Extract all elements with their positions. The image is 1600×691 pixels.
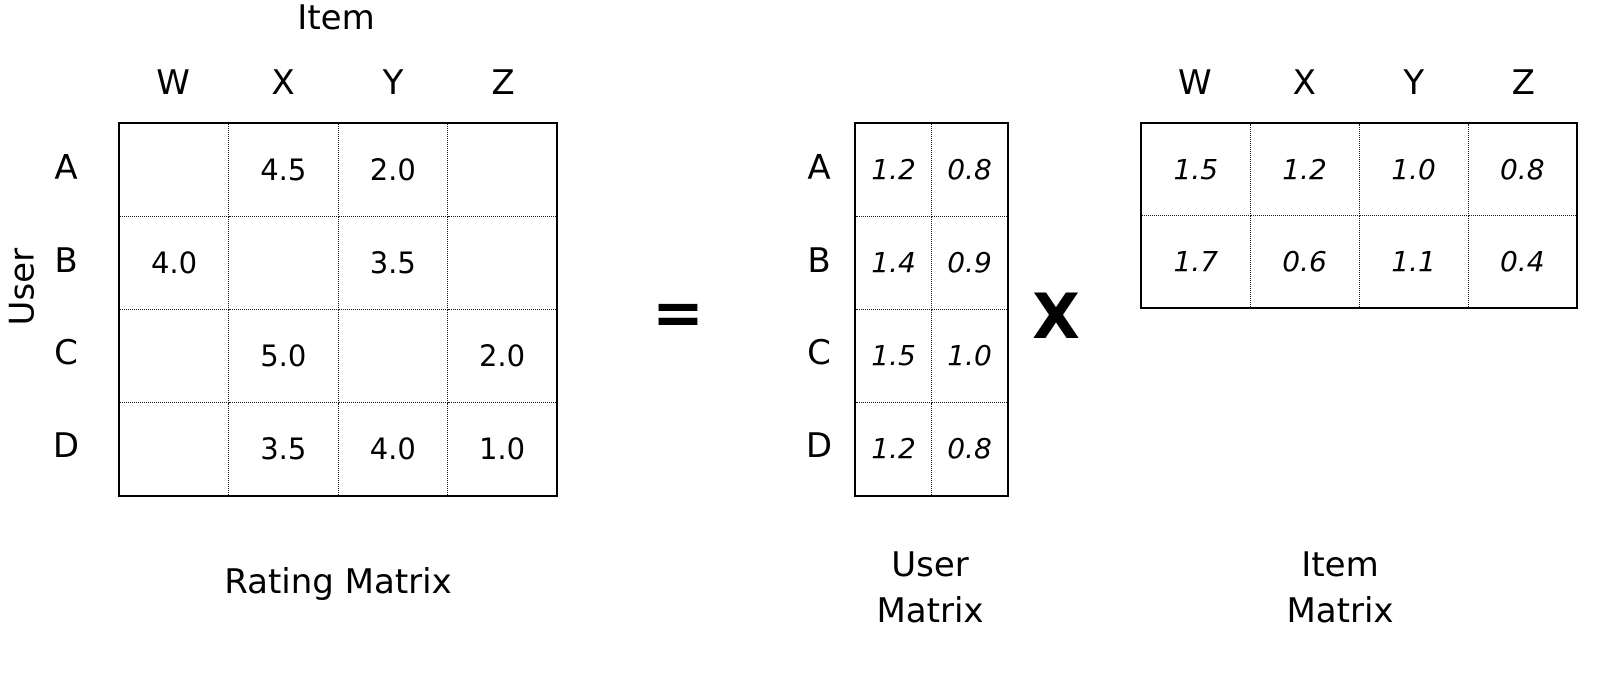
user-row-header-a: A (807, 148, 831, 189)
user-cell-a-1: 1.2 (855, 123, 932, 217)
user-cell-c-2: 1.0 (931, 309, 1008, 403)
item-cell-1-z: 0.8 (1468, 123, 1577, 216)
item-col-header-x: X (1292, 63, 1316, 103)
equals-operator-icon: = (652, 276, 704, 349)
user-matrix-caption-line2: Matrix (876, 590, 984, 631)
item-matrix-caption-line1: Item (1301, 545, 1379, 585)
rating-cell-c-x: 5.0 (228, 309, 339, 403)
table-row: 1.4 0.9 (855, 216, 1008, 310)
user-cell-d-1: 1.2 (855, 402, 932, 496)
rating-cell-a-x: 4.5 (228, 123, 339, 217)
user-matrix-caption-line1: User (891, 545, 969, 585)
item-cell-2-z: 0.4 (1499, 244, 1545, 278)
table-row: 4.0 3.5 (119, 216, 557, 310)
rating-cell-d-y: 4.0 (338, 402, 448, 496)
table-row: 3.5 4.0 1.0 (119, 402, 557, 496)
item-matrix-column-headers: W X Y Z (1140, 66, 1578, 100)
table-row: 1.7 0.6 1.1 0.4 (1141, 215, 1577, 308)
item-matrix-caption-line2: Matrix (1286, 590, 1394, 631)
rating-col-header-x: X (271, 63, 295, 103)
matrix-factorization-diagram: Item User W X Y Z A B C D 4.5 2.0 4.0 3.… (0, 0, 1600, 691)
user-matrix-table: 1.2 0.8 1.4 0.9 1.5 1.0 1.2 0.8 (854, 122, 1009, 497)
rating-cell-b-z (447, 216, 557, 310)
rating-matrix-user-axis-title: User (2, 247, 43, 326)
table-row: 1.5 1.0 (855, 309, 1008, 403)
rating-cell-c-z: 2.0 (447, 309, 557, 403)
item-cell-1-y: 1.0 (1359, 123, 1469, 216)
user-cell-d-2: 0.8 (947, 432, 992, 465)
rating-row-header-d: D (52, 425, 80, 466)
item-matrix-caption: Item Matrix (1210, 543, 1470, 635)
rating-matrix-row-headers: A B C D (43, 122, 89, 492)
item-col-header-y: Y (1403, 63, 1425, 103)
item-col-header-w: W (1177, 63, 1212, 103)
user-row-header-c: C (807, 333, 831, 374)
user-row-header-d: D (805, 425, 833, 466)
item-matrix-table: 1.5 1.2 1.0 0.8 1.7 0.6 1.1 0.4 (1140, 122, 1578, 309)
table-row: 4.5 2.0 (119, 123, 557, 217)
user-row-header-b: B (807, 240, 831, 281)
user-matrix-row-headers: A B C D (796, 122, 842, 492)
table-row: 1.2 0.8 (855, 402, 1008, 496)
user-matrix-caption: User Matrix (800, 543, 1060, 635)
rating-cell-d-z: 1.0 (478, 431, 526, 466)
rating-cell-a-z (447, 123, 557, 217)
rating-matrix-column-headers: W X Y Z (118, 66, 558, 100)
rating-row-header-a: A (54, 148, 78, 189)
user-cell-c-1: 1.5 (855, 309, 932, 403)
rating-cell-b-y: 3.5 (338, 216, 448, 310)
multiply-operator-icon: X (1032, 280, 1080, 353)
rating-matrix-item-axis-title: Item (297, 0, 375, 38)
user-cell-b-2: 0.9 (931, 216, 1008, 310)
table-row: 5.0 2.0 (119, 309, 557, 403)
rating-cell-c-y (338, 309, 448, 403)
rating-cell-d-w (119, 402, 229, 496)
table-row: 1.5 1.2 1.0 0.8 (1141, 123, 1577, 216)
item-cell-1-x: 1.2 (1250, 123, 1360, 216)
rating-col-header-w: W (156, 63, 190, 103)
rating-cell-b-w: 4.0 (119, 216, 229, 310)
item-cell-2-y: 1.1 (1359, 215, 1469, 308)
rating-row-header-b: B (54, 240, 78, 281)
user-cell-a-2: 0.8 (931, 123, 1008, 217)
item-cell-1-w: 1.5 (1141, 123, 1251, 216)
rating-row-header-c: C (54, 333, 78, 374)
user-cell-b-1: 1.4 (855, 216, 932, 310)
rating-cell-a-y: 2.0 (338, 123, 448, 217)
rating-col-header-y: Y (382, 63, 404, 103)
rating-cell-c-w (119, 309, 229, 403)
table-row: 1.2 0.8 (855, 123, 1008, 217)
rating-cell-b-x (228, 216, 339, 310)
rating-cell-a-w (119, 123, 229, 217)
rating-matrix-table: 4.5 2.0 4.0 3.5 5.0 2.0 3.5 4.0 1.0 (118, 122, 558, 497)
rating-col-header-z: Z (491, 63, 515, 103)
item-cell-2-w: 1.7 (1141, 215, 1251, 308)
rating-cell-d-x: 3.5 (228, 402, 339, 496)
item-col-header-z: Z (1511, 63, 1535, 103)
rating-matrix-caption: Rating Matrix (224, 562, 452, 602)
item-cell-2-x: 0.6 (1250, 215, 1360, 308)
